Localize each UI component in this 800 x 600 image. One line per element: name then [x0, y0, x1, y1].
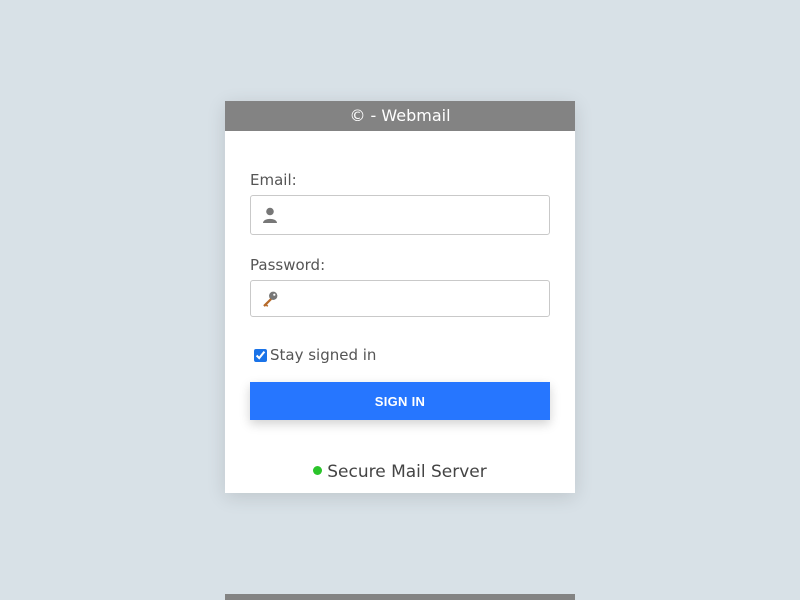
sign-in-button[interactable]: SIGN IN: [250, 382, 550, 420]
user-icon: [263, 207, 277, 223]
status-dot-icon: [313, 466, 323, 475]
stay-signed-in-checkbox[interactable]: [254, 348, 267, 362]
password-field-wrapper[interactable]: [250, 280, 550, 317]
remember-row: Stay signed in: [254, 345, 550, 365]
card-title: © - Webmail: [225, 101, 575, 131]
login-card: © - Webmail Email: Password: Stay signed…: [225, 101, 575, 493]
server-status-label: Secure Mail Server: [327, 462, 487, 482]
secondary-card-edge: [225, 594, 575, 600]
password-label: Password:: [250, 256, 326, 274]
email-label: Email:: [250, 171, 297, 189]
login-form: Email: Password: Stay signed in SIGN IN …: [225, 131, 575, 482]
stay-signed-in-label[interactable]: Stay signed in: [270, 346, 376, 364]
server-status: Secure Mail Server: [250, 462, 550, 482]
password-field[interactable]: [289, 281, 543, 316]
page: © - Webmail Email: Password: Stay signed…: [0, 0, 800, 600]
email-field[interactable]: [289, 196, 543, 234]
email-field-wrapper[interactable]: [250, 195, 550, 235]
key-icon: [263, 291, 278, 307]
